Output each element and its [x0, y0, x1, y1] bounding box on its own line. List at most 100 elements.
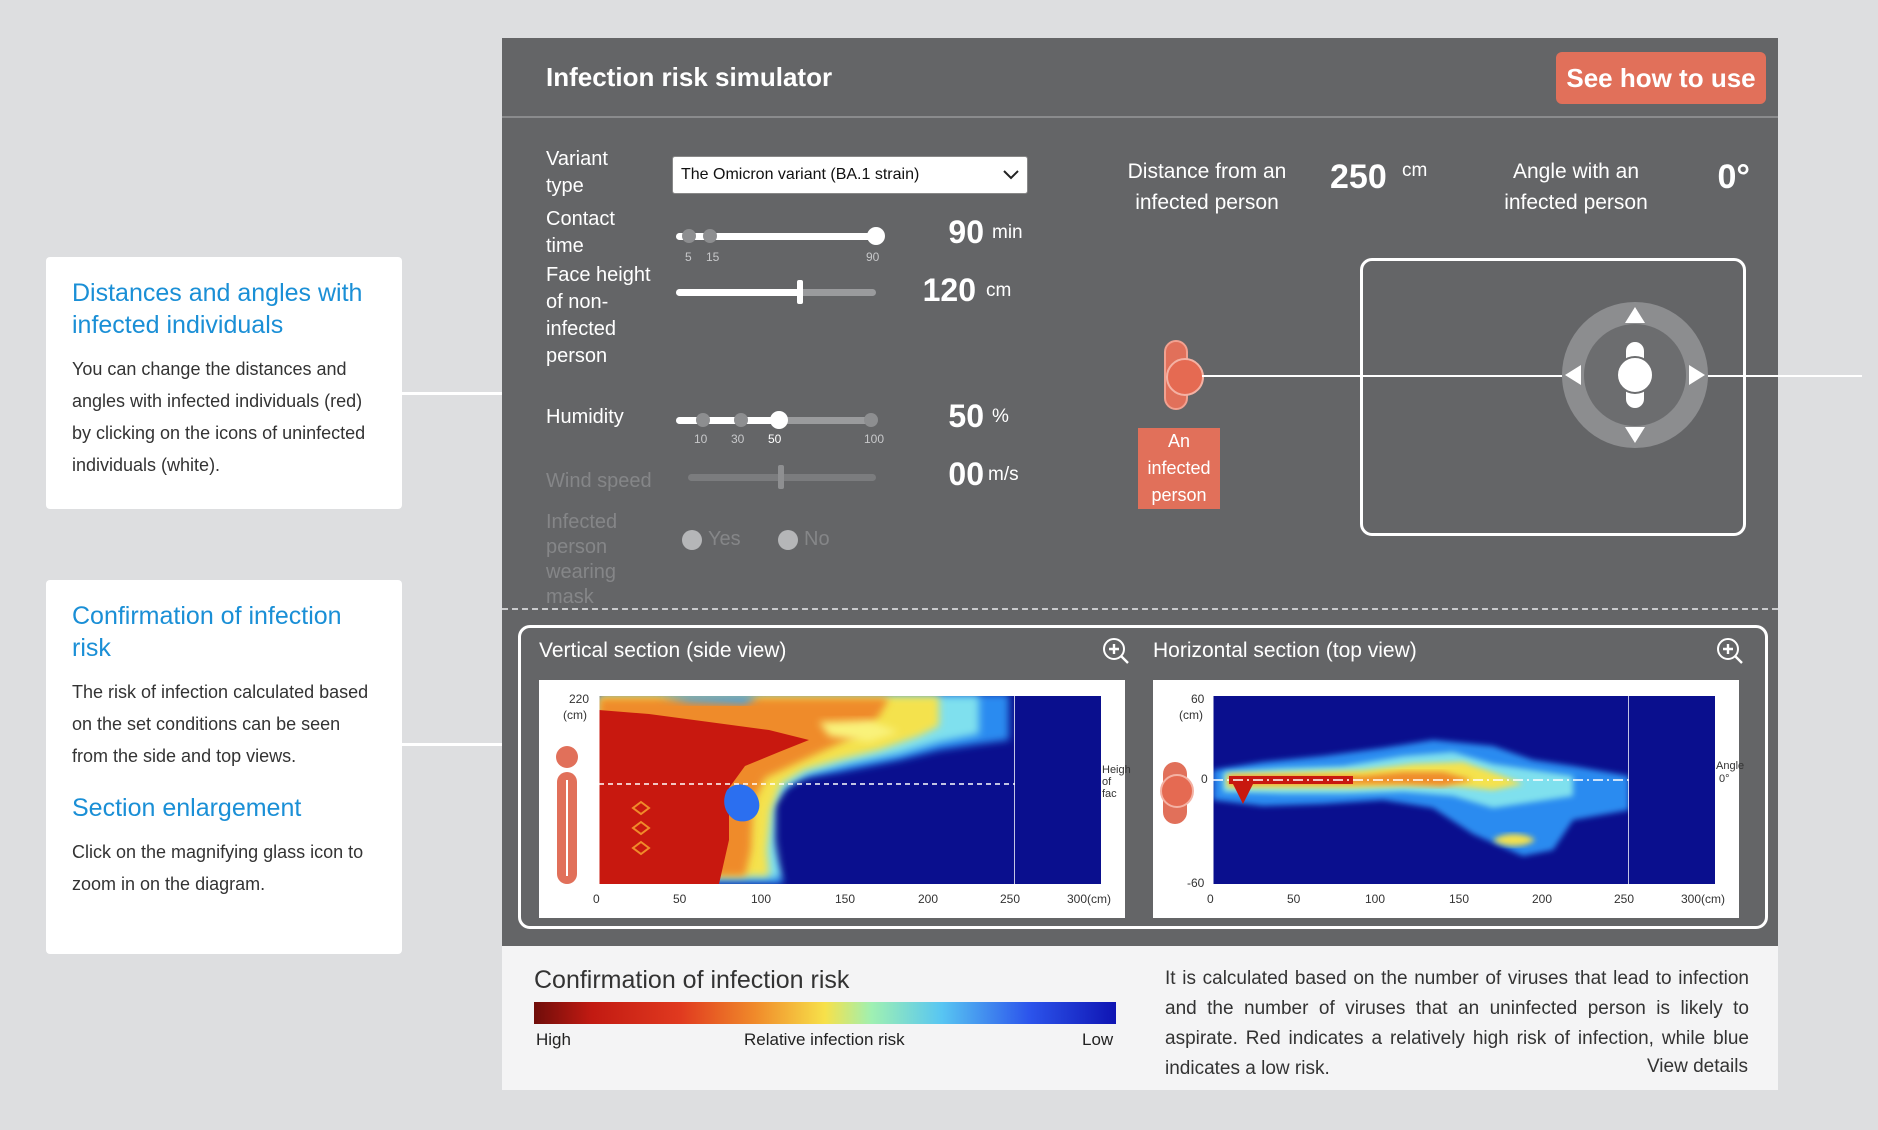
horizontal-y-top: 60 — [1191, 692, 1205, 706]
uninfected-person-icon[interactable] — [1616, 356, 1654, 394]
simulator-panel: Infection risk simulator See how to use … — [502, 38, 1862, 946]
horizontal-y-bottom: -60 — [1187, 876, 1205, 890]
legend-mid: Relative infection risk — [744, 1030, 905, 1049]
humidity-stop-10 — [696, 413, 710, 427]
humidity-stop-30 — [734, 413, 748, 427]
connector-line-distances — [402, 392, 502, 395]
arrow-right-icon[interactable] — [1688, 364, 1706, 386]
infected-person-tag: An infected person — [1138, 428, 1220, 509]
chevron-down-icon — [1003, 170, 1019, 180]
risk-legend: Confirmation of infection risk High Rela… — [502, 946, 1778, 1090]
legend-color-bar — [534, 1002, 1116, 1024]
mask-no-label: No — [804, 528, 830, 550]
distance-label: Distance from an infected person — [1127, 160, 1287, 214]
contact-time-slider[interactable] — [676, 227, 885, 245]
vertical-y-unit: (cm) — [563, 708, 587, 722]
contact-time-stop-15 — [703, 229, 717, 243]
horizontal-side-label-1: Angle — [1716, 760, 1745, 772]
humidity-tick-30: 30 — [731, 432, 745, 446]
face-height-value: 120 — [922, 272, 976, 308]
humidity-unit: % — [992, 406, 1009, 427]
zoom-in-icon[interactable] — [1715, 636, 1745, 666]
vertical-heatmap — [556, 696, 1125, 884]
horizontal-x-0: 0 — [1207, 892, 1214, 906]
callout-risk: Confirmation of infection risk The risk … — [46, 580, 402, 954]
contact-time-thumb[interactable] — [867, 227, 885, 245]
vertical-section-plot: 220 (cm) Heigh of fac 0 50 100 150 200 2… — [539, 680, 1131, 918]
humidity-tick-100: 100 — [864, 432, 885, 446]
humidity-fill — [676, 417, 780, 424]
arrow-up-icon[interactable] — [1624, 306, 1646, 324]
vertical-y-top: 220 — [569, 692, 590, 706]
radio-circle-icon — [778, 529, 798, 550]
humidity-label: Humidity — [546, 406, 624, 428]
angle-value: 0° — [1717, 158, 1750, 196]
humidity-tick-10: 10 — [694, 432, 708, 446]
variant-select[interactable]: The Omicron variant (BA.1 strain) — [672, 156, 1028, 194]
face-height-thumb[interactable] — [797, 280, 803, 304]
wind-speed-thumb — [778, 465, 784, 489]
contact-time-stop-5 — [682, 229, 696, 243]
humidity-slider[interactable] — [676, 411, 878, 429]
position-dial[interactable] — [1562, 302, 1708, 448]
sections-frame: Vertical section (side view) Horizontal … — [518, 625, 1768, 929]
contact-time-label: Contact time — [546, 208, 615, 257]
legend-high: High — [536, 1030, 571, 1049]
vertical-side-label-2: of fac — [1102, 776, 1117, 800]
contact-time-unit: min — [992, 222, 1023, 243]
vertical-section-title: Vertical section (side view) — [539, 639, 787, 662]
see-how-to-use-button[interactable]: See how to use — [1556, 52, 1766, 104]
contact-time-tick-90: 90 — [866, 250, 880, 264]
mask-no-radio[interactable]: No — [778, 528, 830, 551]
mask-label: Infected person wearing mask — [546, 511, 618, 608]
vertical-x-100: 100 — [751, 892, 772, 906]
callout-risk-title: Confirmation of infection risk — [72, 602, 342, 662]
arrow-down-icon[interactable] — [1624, 426, 1646, 444]
humidity-thumb[interactable] — [770, 411, 788, 429]
vertical-x-50: 50 — [673, 892, 687, 906]
simulator-header: Infection risk simulator See how to use — [502, 38, 1778, 118]
horizontal-heatmap — [1160, 696, 1739, 884]
horizontal-x-250: 250 — [1614, 892, 1635, 906]
variant-selected-value: The Omicron variant (BA.1 strain) — [681, 166, 920, 183]
humidity-value: 50 — [948, 398, 984, 434]
horizontal-section-title: Horizontal section (top view) — [1153, 639, 1417, 662]
face-height-label: Face height of non-infected person — [546, 264, 651, 367]
view-details-link[interactable]: View details — [1647, 1056, 1748, 1078]
app-title: Infection risk simulator — [546, 62, 833, 92]
vertical-x-250: 250 — [1000, 892, 1021, 906]
arrow-left-icon[interactable] — [1564, 364, 1582, 386]
vertical-x-200: 200 — [918, 892, 939, 906]
wind-speed-slider — [688, 465, 876, 489]
horizontal-side-label-2: 0° — [1719, 773, 1730, 785]
vertical-x-150: 150 — [835, 892, 856, 906]
humidity-tick-50: 50 — [768, 432, 782, 446]
face-height-slider[interactable] — [676, 280, 876, 304]
wind-speed-unit: m/s — [988, 464, 1019, 485]
horizontal-x-50: 50 — [1287, 892, 1301, 906]
distance-unit: cm — [1402, 160, 1428, 181]
contact-time-tick-5: 5 — [685, 250, 692, 264]
horizontal-x-100: 100 — [1365, 892, 1386, 906]
contact-time-tick-15: 15 — [706, 250, 720, 264]
wind-speed-label: Wind speed — [546, 470, 652, 492]
horizontal-x-150: 150 — [1449, 892, 1470, 906]
contact-time-value: 90 — [948, 214, 984, 250]
callout-enlarge-body: Click on the magnifying glass icon to zo… — [72, 842, 364, 894]
vertical-side-label-1: Heigh — [1102, 764, 1131, 776]
zoom-in-icon[interactable] — [1101, 636, 1131, 666]
mask-yes-radio[interactable]: Yes — [682, 528, 741, 551]
vertical-x-300: 300(cm) — [1067, 892, 1112, 906]
vertical-x-0: 0 — [593, 892, 600, 906]
humidity-stop-100 — [864, 413, 878, 427]
distance-value: 250 — [1330, 158, 1387, 196]
horizontal-section-plot: 60 (cm) 0 -60 Angle 0° 0 50 100 150 200 … — [1153, 680, 1744, 918]
infected-person-head-icon — [1166, 358, 1204, 396]
mask-yes-label: Yes — [708, 528, 741, 550]
callout-distances-title: Distances and angles with infected indiv… — [72, 279, 363, 339]
horizontal-x-300: 300(cm) — [1681, 892, 1726, 906]
callout-enlarge-title: Section enlargement — [72, 794, 302, 822]
callout-distances: Distances and angles with infected indiv… — [46, 257, 402, 509]
face-height-unit: cm — [986, 280, 1012, 301]
callout-distances-body: You can change the distances and angles … — [72, 359, 366, 475]
